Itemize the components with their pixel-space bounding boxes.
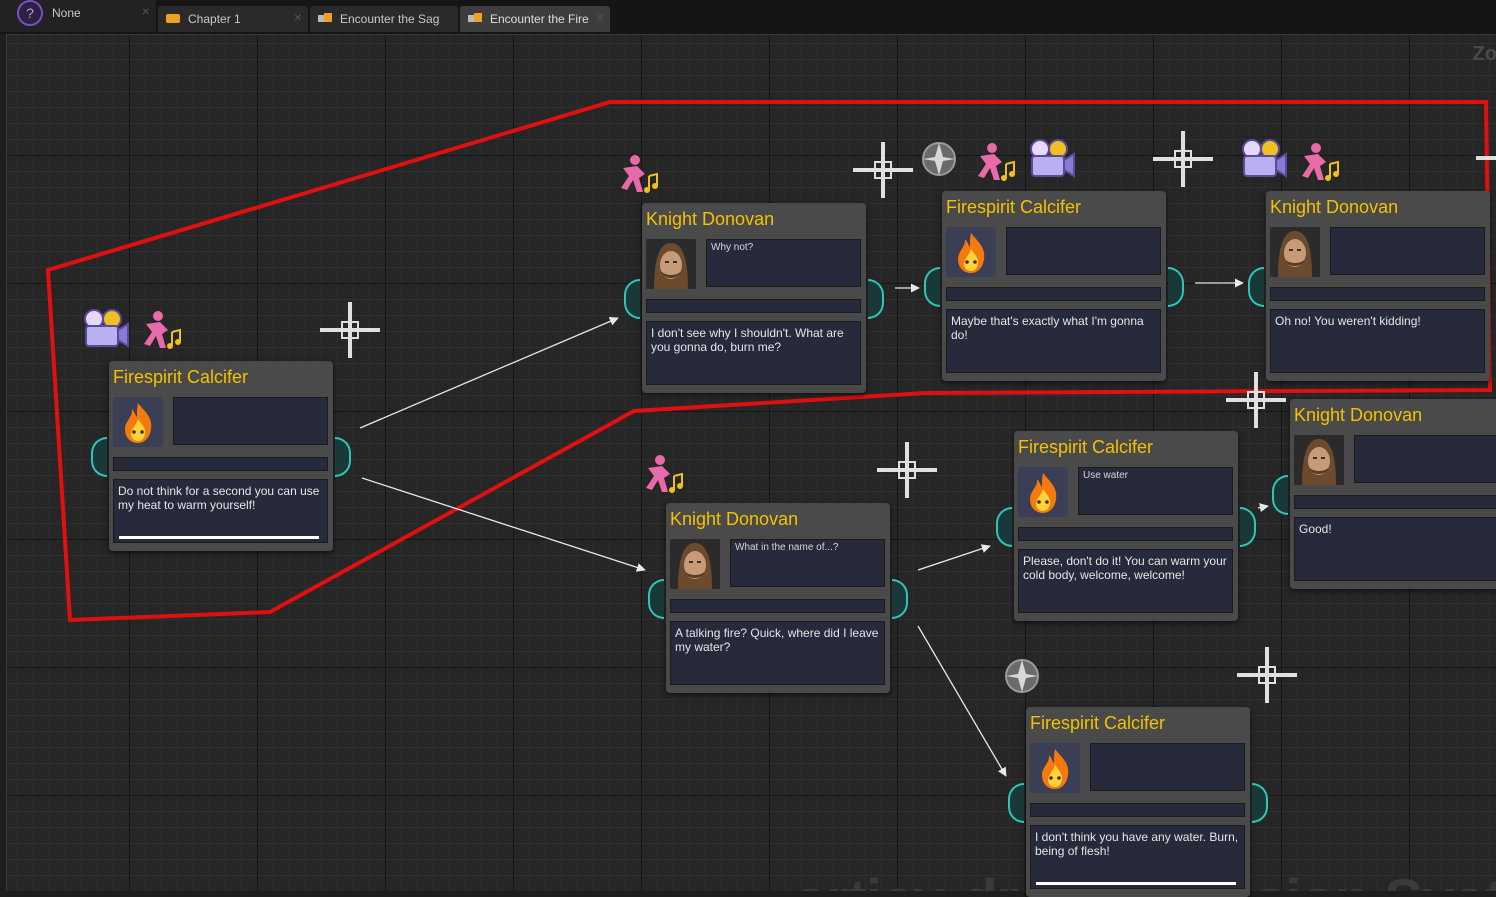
preview-text: Why not? — [706, 239, 861, 287]
speaker-name: Firespirit Calcifer — [1018, 437, 1154, 457]
menu-text-field[interactable] — [113, 457, 328, 471]
compass-icon — [1005, 659, 1039, 693]
crosshair-icon — [1476, 156, 1496, 160]
crosshair-icon — [1153, 131, 1213, 187]
menu-text-field[interactable] — [1270, 287, 1485, 301]
dance-icon — [978, 143, 1015, 181]
wire — [359, 317, 619, 429]
dialogue-text[interactable]: Do not think for a second you can use my… — [113, 479, 328, 543]
wire — [361, 477, 646, 572]
speaker-name: Knight Donovan — [1270, 197, 1399, 217]
speaker-name: Firespirit Calcifer — [946, 197, 1082, 217]
knight-portrait — [646, 239, 696, 289]
preview-text — [1354, 435, 1496, 483]
dialogue-text[interactable]: Good! — [1294, 517, 1496, 581]
preview-text — [1090, 743, 1245, 791]
knight-portrait — [670, 539, 720, 589]
dialogue-node-donovan-4[interactable]: Knight Donovan Good! — [1272, 399, 1496, 589]
dialogue-node-calcifer-4[interactable]: Firespirit Calcifer I don't think you ha… — [1008, 707, 1268, 897]
dance-icon — [144, 311, 181, 349]
dialogue-text[interactable]: Maybe that's exactly what I'm gonna do! — [946, 309, 1161, 373]
knight-portrait — [1270, 227, 1320, 277]
dialogue-node-calcifer-2[interactable]: Firespirit Calcifer Maybe that's exactly… — [924, 191, 1184, 381]
fire-portrait — [946, 227, 996, 277]
preview-text — [173, 397, 328, 445]
wire — [1257, 503, 1269, 513]
fire-portrait — [1030, 743, 1080, 793]
compass-icon — [922, 142, 956, 176]
dance-icon — [1302, 143, 1339, 181]
camera-icon — [1030, 139, 1075, 178]
progress-bar — [119, 536, 319, 539]
preview-text: Use water — [1078, 467, 1233, 515]
crosshair-icon — [1226, 372, 1286, 428]
dialogue-node-donovan-3[interactable]: Knight Donovan What in the name of...? A… — [648, 503, 908, 693]
dialogue-text[interactable]: Oh no! You weren't kidding! — [1270, 309, 1485, 373]
crosshair-icon — [1237, 647, 1297, 703]
speaker-name: Knight Donovan — [646, 209, 775, 229]
fire-portrait — [113, 397, 163, 447]
dialogue-node-donovan-2[interactable]: Knight Donovan Oh no! You weren't kiddin… — [1248, 191, 1490, 381]
dialogue-text[interactable]: A talking fire? Quick, where did I leave… — [670, 621, 885, 685]
speaker-name: Knight Donovan — [670, 509, 799, 529]
crosshair-icon — [320, 302, 380, 358]
preview-text — [1006, 227, 1161, 275]
dialogue-node-calcifer-3[interactable]: Firespirit Calcifer Use water Please, do… — [996, 431, 1256, 621]
camera-icon — [1242, 139, 1287, 178]
progress-bar — [1036, 882, 1236, 885]
fire-portrait — [1018, 467, 1068, 517]
crosshair-icon — [853, 142, 913, 198]
speaker-name: Firespirit Calcifer — [113, 367, 249, 387]
menu-text-field[interactable] — [1030, 803, 1245, 817]
camera-icon — [84, 309, 129, 348]
preview-text: What in the name of...? — [730, 539, 885, 587]
menu-text-field[interactable] — [646, 299, 861, 313]
dialogue-node-donovan-1[interactable]: Knight Donovan Why not? I don't see why … — [624, 203, 884, 393]
speaker-name: Knight Donovan — [1294, 405, 1423, 425]
dance-icon — [646, 455, 683, 493]
dance-icon — [621, 155, 658, 193]
dialogue-node-calcifer-1[interactable]: Firespirit Calcifer Do not think for a s… — [91, 361, 351, 551]
dialogue-text[interactable]: I don't think you have any water. Burn, … — [1030, 825, 1245, 889]
dialogue-text[interactable]: I don't see why I shouldn't. What are yo… — [646, 321, 861, 385]
menu-text-field[interactable] — [1018, 527, 1233, 541]
knight-portrait — [1294, 435, 1344, 485]
speaker-name: Firespirit Calcifer — [1030, 713, 1166, 733]
dialogue-text[interactable]: Please, don't do it! You can warm your c… — [1018, 549, 1233, 613]
crosshair-icon — [877, 442, 937, 498]
menu-text-field[interactable] — [670, 599, 885, 613]
menu-text-field[interactable] — [1294, 495, 1496, 509]
wire — [917, 544, 991, 571]
menu-text-field[interactable] — [946, 287, 1161, 301]
preview-text — [1330, 227, 1485, 275]
wire — [917, 625, 1007, 777]
